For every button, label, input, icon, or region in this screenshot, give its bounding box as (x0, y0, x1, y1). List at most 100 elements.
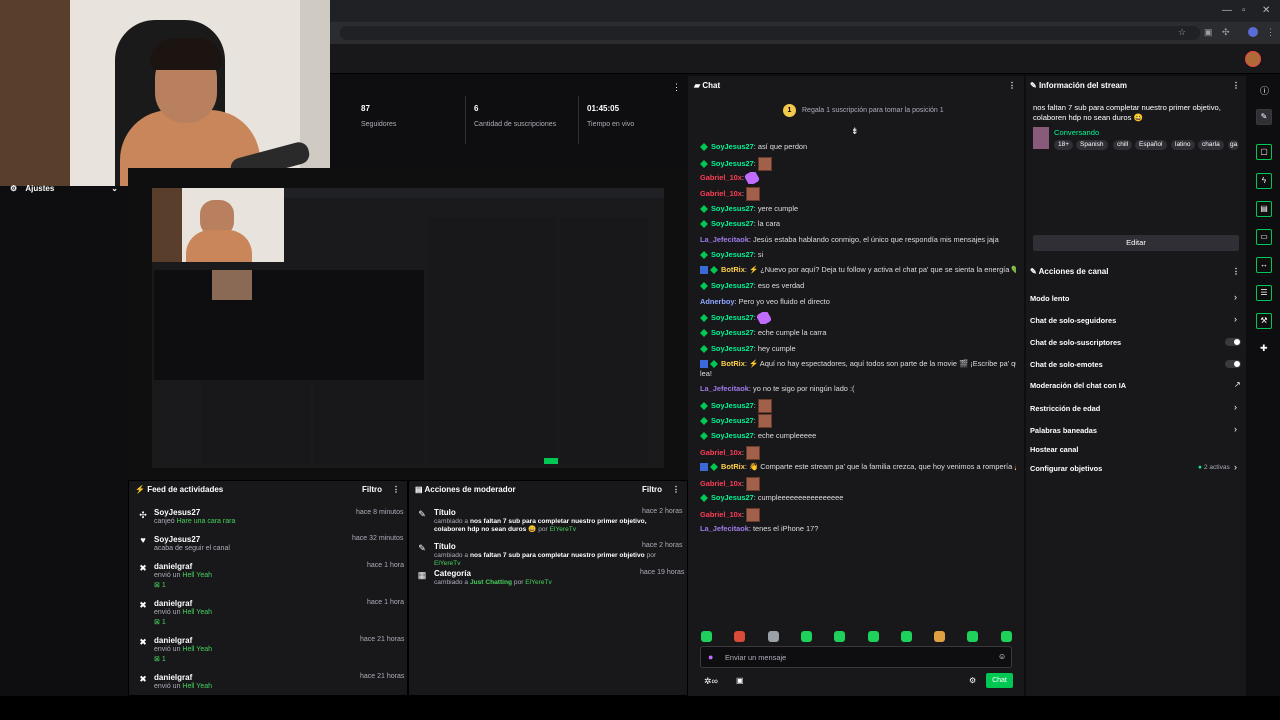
quick-emote-icon[interactable] (767, 631, 779, 642)
chat-message[interactable]: SoyJesus27: si (700, 250, 1016, 260)
chat-username[interactable]: BotRix (721, 265, 745, 274)
category-name[interactable]: Conversando (1054, 128, 1099, 137)
quick-emote-icon[interactable] (900, 631, 912, 642)
clip-icon[interactable]: ▢ (1256, 144, 1272, 160)
chat-username[interactable]: SoyJesus27 (711, 344, 754, 353)
chat-message[interactable]: La_Jefecitaok: yo no te sigo por ningún … (700, 384, 1016, 394)
layout-icon[interactable]: ☰ (1256, 285, 1272, 301)
slow-mode-option[interactable]: Modo lento (1030, 294, 1069, 303)
chat-message[interactable]: SoyJesus27: (700, 399, 1016, 413)
close-icon[interactable]: ✕ (1262, 5, 1270, 16)
emotes-only-option[interactable]: Chat de solo-emotes (1030, 360, 1103, 369)
lightning-icon[interactable]: ϟ (1256, 173, 1272, 189)
quick-emote-icon[interactable] (734, 631, 746, 642)
tag-chip[interactable]: Spanish (1076, 140, 1108, 150)
bookmark-star-icon[interactable]: ☆ (1178, 27, 1186, 38)
chat-icon[interactable]: ▭ (1256, 229, 1272, 245)
quick-emote-icon[interactable] (800, 631, 812, 642)
chevron-right-icon[interactable]: › (1234, 314, 1237, 324)
chat-message[interactable]: lea! (700, 369, 1016, 379)
chat-username[interactable]: SoyJesus27 (711, 401, 754, 410)
subscribers-only-option[interactable]: Chat de solo-suscriptores (1030, 338, 1121, 347)
puzzle-icon[interactable]: ✣ (1222, 27, 1230, 38)
add-panel-icon[interactable]: ✚ (1260, 343, 1268, 354)
minimize-icon[interactable]: — (1222, 5, 1232, 16)
quick-emote-icon[interactable] (701, 631, 712, 642)
chat-username[interactable]: SoyJesus27 (711, 493, 754, 502)
chat-message[interactable]: Gabriel_10x: (700, 508, 1016, 522)
chat-username[interactable]: SoyJesus27 (711, 313, 754, 322)
tag-chip[interactable]: Español (1135, 140, 1167, 150)
chat-username[interactable]: SoyJesus27 (711, 204, 754, 213)
chat-username[interactable]: SoyJesus27 (711, 281, 754, 290)
wrench-icon[interactable]: ⚒ (1256, 313, 1272, 329)
chat-username[interactable]: SoyJesus27 (711, 328, 754, 337)
extension-icon[interactable]: ▣ (1204, 27, 1213, 38)
stats-more-icon[interactable]: ⋮ (672, 82, 681, 93)
chat-message[interactable]: Gabriel_10x: (700, 172, 1016, 184)
settings-row[interactable]: ⚙ Ajustes ⌄ (10, 184, 124, 196)
profile-icon[interactable] (1248, 27, 1258, 37)
chat-username[interactable]: SoyJesus27 (711, 416, 754, 425)
collapse-arrow-icon[interactable]: ⇟ (851, 126, 859, 137)
chat-username[interactable]: BotRix (721, 359, 745, 368)
activity-more-icon[interactable]: ⋮ (392, 485, 400, 494)
info-more-icon[interactable]: ⋮ (1232, 81, 1240, 90)
chat-message[interactable]: BotRix: ⚡ Aquí no hay espectadores, aquí… (700, 359, 1016, 369)
banned-words-option[interactable]: Palabras baneadas (1030, 426, 1097, 435)
chat-message[interactable]: BotRix: ⚡ ¿Nuevo por aquí? Deja tu follo… (700, 265, 1016, 275)
chat-message[interactable]: SoyJesus27: cumpleeeeeeeeeeeeeeee (700, 493, 1016, 503)
emotes-only-toggle[interactable] (1225, 360, 1241, 368)
chat-username[interactable]: Gabriel_10x (700, 448, 742, 457)
chat-message[interactable]: SoyJesus27: así que perdon (700, 142, 1016, 152)
chat-username[interactable]: La_Jefecitaok (700, 384, 749, 393)
info-circle-icon[interactable]: ⓘ (1260, 84, 1269, 97)
quick-emote-icon[interactable] (1000, 631, 1012, 642)
chevron-right-icon[interactable]: › (1234, 424, 1237, 434)
chat-message[interactable]: La_Jefecitaok: tenes el iPhone 17? (700, 524, 1016, 534)
mod-more-icon[interactable]: ⋮ (672, 485, 680, 494)
quick-emote-icon[interactable] (834, 631, 846, 642)
chat-message[interactable]: Gabriel_10x: (700, 187, 1016, 201)
chat-more-icon[interactable]: ⋮ (1008, 81, 1016, 90)
external-link-icon[interactable]: ↗ (1234, 380, 1241, 389)
tag-chip[interactable]: chill (1113, 140, 1133, 150)
document-icon[interactable]: ▤ (1256, 201, 1272, 217)
tag-chip[interactable]: ga (1228, 140, 1240, 150)
chat-username[interactable]: Gabriel_10x (700, 173, 742, 182)
goals-option[interactable]: Configurar objetivos (1030, 464, 1102, 473)
activity-filter-button[interactable]: Filtro (362, 485, 382, 494)
chat-message[interactable]: SoyJesus27: (700, 157, 1016, 171)
chat-message[interactable]: SoyJesus27: hey cumple (700, 344, 1016, 354)
chat-settings-gear-icon[interactable]: ⚙ (969, 676, 976, 685)
emoji-picker-icon[interactable]: ☺ (998, 652, 1006, 661)
chat-username[interactable]: SoyJesus27 (711, 219, 754, 228)
tag-chip[interactable]: charla (1198, 140, 1224, 150)
mod-filter-button[interactable]: Filtro (642, 485, 662, 494)
channel-more-icon[interactable]: ⋮ (1232, 267, 1240, 276)
chevron-right-icon[interactable]: › (1234, 402, 1237, 412)
chat-username[interactable]: Gabriel_10x (700, 479, 742, 488)
quick-emote-icon[interactable] (934, 631, 946, 642)
pinned-gift-message[interactable]: Regala 1 suscripción para tomar la posic… (802, 107, 944, 114)
chat-message[interactable]: SoyJesus27: eche cumpleeeee (700, 431, 1016, 441)
chat-username[interactable]: Adnerboy (700, 297, 735, 306)
address-bar[interactable] (340, 26, 1200, 40)
age-restriction-option[interactable]: Restricción de edad (1030, 404, 1100, 413)
resize-icon[interactable]: ↔ (1256, 257, 1272, 273)
chat-username[interactable]: SoyJesus27 (711, 250, 754, 259)
channel-points-icon[interactable]: ✲∞ (704, 676, 718, 687)
tag-chip[interactable]: latino (1171, 140, 1195, 150)
chevron-right-icon[interactable]: › (1234, 292, 1237, 302)
quick-emote-icon[interactable] (867, 631, 879, 642)
chat-message[interactable]: SoyJesus27: la cara (700, 219, 1016, 229)
gift-shop-icon[interactable]: ▣ (736, 676, 744, 685)
chevron-right-icon[interactable]: › (1234, 462, 1237, 472)
chat-username[interactable]: Gabriel_10x (700, 510, 742, 519)
chat-username[interactable]: BotRix (721, 462, 745, 471)
chat-username[interactable]: La_Jefecitaok (700, 524, 749, 533)
chat-message[interactable]: BotRix: 👋 Comparte este stream pa' que l… (700, 462, 1016, 472)
chat-message[interactable]: Gabriel_10x: (700, 477, 1016, 491)
subscribers-only-toggle[interactable] (1225, 338, 1241, 346)
chat-message[interactable]: Adnerboy: Pero yo veo fluido el directo (700, 297, 1016, 307)
